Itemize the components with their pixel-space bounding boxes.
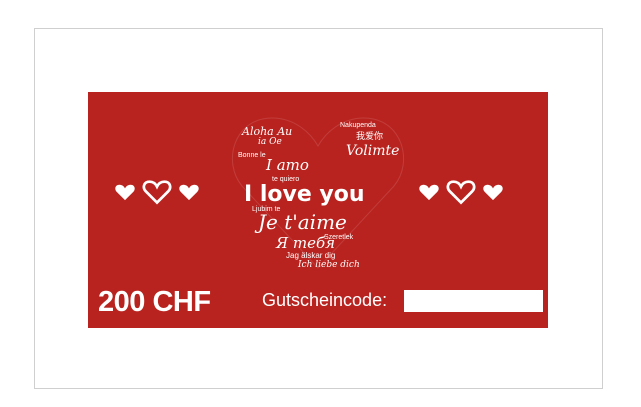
heart-word: Aloha Au xyxy=(242,125,293,138)
gift-voucher-card: Aloha Au ia Oe Nakupenda 我爱你 Bonne le I … xyxy=(88,92,548,328)
heart-word: I amo xyxy=(266,156,309,174)
heart-word: 我爱你 xyxy=(356,131,384,141)
left-hearts xyxy=(114,178,200,205)
voucher-amount: 200 CHF xyxy=(98,286,211,318)
right-hearts xyxy=(418,178,504,205)
heart-outline-icon xyxy=(446,180,476,205)
heart-word: Je t'aime xyxy=(258,210,347,234)
heart-word: ia Oe xyxy=(258,137,282,147)
heart-outline-icon xyxy=(142,180,172,205)
love-words-heart: Aloha Au ia Oe Nakupenda 我爱你 Bonne le I … xyxy=(228,108,408,272)
heart-word: Jag älskar dig xyxy=(286,251,336,260)
heart-word: Bonne le xyxy=(238,152,266,159)
heart-icon xyxy=(179,184,199,200)
heart-word: Ich liebe dich xyxy=(298,260,360,270)
heart-word: Volimte xyxy=(346,143,400,159)
heart-icon xyxy=(115,184,135,200)
heart-word: I love you xyxy=(244,182,365,207)
heart-icon xyxy=(483,184,503,200)
voucher-code-label: Gutscheincode: xyxy=(262,290,388,310)
voucher-code-input[interactable] xyxy=(404,290,543,312)
heart-word: Nakupenda xyxy=(340,122,376,129)
heart-icon xyxy=(419,184,439,200)
heart-word: Я тебя xyxy=(276,234,336,252)
